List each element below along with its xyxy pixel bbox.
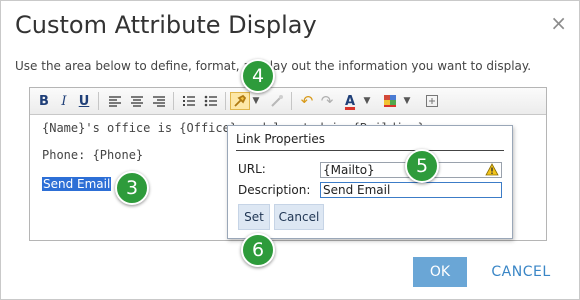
- chevron-down-icon[interactable]: ▼: [251, 92, 261, 110]
- send-email-link[interactable]: Send Email: [42, 177, 112, 191]
- popup-cancel-button[interactable]: Cancel: [274, 204, 324, 230]
- toolbar-divider: [225, 92, 226, 110]
- description-field[interactable]: Send Email: [320, 182, 502, 198]
- url-field-value: {Mailto}: [323, 163, 375, 177]
- set-button[interactable]: Set: [238, 204, 270, 230]
- insert-table-icon[interactable]: [424, 92, 440, 110]
- content-line-phone: Phone: {Phone}: [42, 148, 144, 162]
- background-color-icon[interactable]: [382, 92, 400, 110]
- bulleted-list-icon[interactable]: [202, 92, 220, 110]
- font-color-button[interactable]: A: [342, 92, 358, 110]
- align-left-icon[interactable]: [106, 92, 124, 110]
- underline-button[interactable]: U: [76, 92, 92, 110]
- url-label: URL:: [238, 162, 266, 176]
- step-badge-4: 4: [241, 59, 275, 93]
- selected-link-text[interactable]: Send Email: [42, 177, 112, 191]
- toolbar-divider: [291, 92, 292, 110]
- align-center-icon[interactable]: [128, 92, 146, 110]
- step-badge-5: 5: [405, 149, 439, 183]
- redo-icon[interactable]: ↷: [318, 92, 336, 110]
- chevron-down-icon[interactable]: ▼: [402, 92, 412, 110]
- popup-divider: [236, 150, 504, 151]
- editor-toolbar: B I U ▼ ↶ ↷ A ▼ ▼: [30, 88, 546, 115]
- bold-button[interactable]: B: [36, 92, 52, 110]
- description-label: Description:: [238, 183, 311, 197]
- step-badge-3: 3: [115, 171, 149, 205]
- custom-attribute-display-dialog: Custom Attribute Display × Use the area …: [0, 0, 580, 300]
- numbered-list-icon[interactable]: [180, 92, 198, 110]
- chevron-down-icon[interactable]: ▼: [362, 92, 372, 110]
- step-badge-6: 6: [241, 233, 275, 267]
- dialog-title: Custom Attribute Display: [15, 11, 317, 39]
- ok-button[interactable]: OK: [413, 257, 467, 287]
- warning-icon: [485, 163, 499, 176]
- link-properties-title: Link Properties: [236, 132, 326, 146]
- toolbar-divider: [173, 92, 174, 110]
- close-icon[interactable]: ×: [550, 11, 567, 35]
- undo-icon[interactable]: ↶: [298, 92, 316, 110]
- create-link-icon[interactable]: [230, 92, 250, 110]
- italic-button[interactable]: I: [56, 92, 72, 110]
- cancel-button[interactable]: CANCEL: [485, 257, 557, 287]
- toolbar-divider: [98, 92, 99, 110]
- align-right-icon[interactable]: [150, 92, 168, 110]
- link-properties-popup: Link Properties URL: {Mailto} Descriptio…: [227, 125, 513, 239]
- remove-link-icon[interactable]: [268, 92, 286, 110]
